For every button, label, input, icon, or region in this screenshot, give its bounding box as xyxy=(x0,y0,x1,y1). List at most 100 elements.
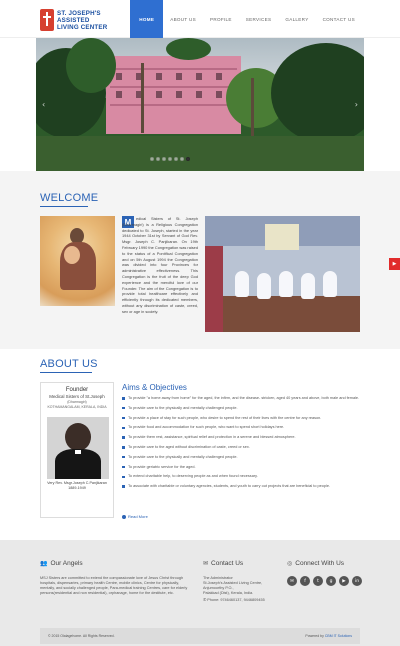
aim-item: To extend charitable help, to deserving … xyxy=(122,474,360,479)
building-window xyxy=(116,91,122,98)
google-plus-icon[interactable]: g xyxy=(326,576,336,586)
aim-item: To provide care to the physically and me… xyxy=(122,406,360,411)
building-window xyxy=(216,73,222,80)
slider-prev-arrow-icon[interactable]: ‹ xyxy=(42,100,45,109)
sister-figure xyxy=(279,271,293,297)
powered-by-label: Powered by xyxy=(305,634,325,638)
slider-dot[interactable] xyxy=(180,157,184,161)
founder-heading: Founder xyxy=(65,387,89,393)
logo-line-3: LIVING CENTER xyxy=(57,23,108,31)
read-more-label: Read More xyxy=(128,514,148,519)
slider-dot[interactable] xyxy=(150,157,154,161)
email-social-icon[interactable]: ✉ xyxy=(287,576,297,586)
aim-item: To provide "a home away from home" for t… xyxy=(122,396,360,401)
nav-services[interactable]: SERVICES xyxy=(239,0,279,38)
aim-item: To provide a place of stay for such peop… xyxy=(122,416,360,421)
angels-heading: 👥 Our Angels xyxy=(40,560,83,567)
slider-next-arrow-icon[interactable]: › xyxy=(355,100,358,109)
founder-face xyxy=(65,423,91,451)
contact-title: Contact Us xyxy=(211,560,244,567)
sister-figure xyxy=(323,271,337,297)
aim-item: To provide care to the aged without disc… xyxy=(122,445,360,450)
users-icon: 👥 xyxy=(40,560,48,567)
youtube-social-icon[interactable]: ▶ xyxy=(339,576,349,586)
logo-line-2: ASSISTED xyxy=(57,16,90,24)
altar xyxy=(265,224,299,250)
facebook-icon[interactable]: f xyxy=(300,576,310,586)
side-curtain xyxy=(205,246,223,332)
logo-line-1: ST. JOSEPH'S xyxy=(57,9,101,17)
site-header: ST. JOSEPH'S ASSISTED LIVING CENTER HOME… xyxy=(0,0,400,38)
aim-item: To provide food and accommodation for su… xyxy=(122,425,360,430)
aim-item: To provide them rest, assistance, spirit… xyxy=(122,435,360,440)
envelope-icon: ✉ xyxy=(203,560,209,567)
founder-photo xyxy=(47,417,109,479)
building-window xyxy=(156,91,162,98)
linkedin-icon[interactable]: in xyxy=(352,576,362,586)
sister-figure xyxy=(235,271,249,297)
slider-dot[interactable] xyxy=(174,157,178,161)
aims-list: To provide "a home away from home" for t… xyxy=(122,396,360,494)
connect-title: Connect With Us xyxy=(295,560,345,567)
arrow-circle-icon xyxy=(122,514,126,519)
youtube-icon[interactable]: ▶ xyxy=(389,258,400,270)
welcome-text: edical Sisters of St. Joseph (Dharmagiri… xyxy=(122,216,198,314)
main-nav: HOME ABOUT US PROFILE SERVICES GALLERY C… xyxy=(130,0,362,38)
twitter-icon[interactable]: t xyxy=(313,576,323,586)
building-window xyxy=(196,91,202,98)
welcome-title-underline xyxy=(40,206,88,207)
powered-by-link[interactable]: CBM IT Solutions xyxy=(325,634,352,638)
founder-location: KOTHAMANGALAM, KERALA, INDIA xyxy=(47,405,107,410)
nav-home[interactable]: HOME xyxy=(130,0,164,38)
palm-tree xyxy=(166,38,211,60)
slider-dots xyxy=(150,157,190,161)
sister-figure xyxy=(257,273,271,299)
st-joseph-image xyxy=(40,216,115,306)
founder-years: 1889-1949 xyxy=(68,486,86,490)
building-window xyxy=(156,73,162,80)
nav-about-us[interactable]: ABOUT US xyxy=(163,0,203,38)
powered-by: Powered by CBM IT Solutions xyxy=(305,634,352,638)
aim-item: To provide care to the physically and me… xyxy=(122,455,360,460)
contact-phone: ✆ Phone: 9746460137, 9446809455 xyxy=(203,598,283,603)
sister-figure xyxy=(301,273,315,299)
nav-contact-us[interactable]: CONTACT US xyxy=(316,0,362,38)
aim-item: To associate with charitable or voluntar… xyxy=(122,484,360,489)
building-window xyxy=(196,73,202,80)
hero-building xyxy=(106,56,241,134)
founder-collar xyxy=(75,450,81,454)
welcome-title: WELCOME xyxy=(40,192,99,204)
nav-profile[interactable]: PROFILE xyxy=(203,0,239,38)
globe-icon: ◎ xyxy=(287,560,293,567)
contact-heading: ✉ Contact Us xyxy=(203,560,243,567)
slider-dot[interactable] xyxy=(156,157,160,161)
logo-text: ST. JOSEPH'S ASSISTED LIVING CENTER xyxy=(57,10,107,31)
chapel-photo xyxy=(205,216,360,332)
read-more-link[interactable]: Read More xyxy=(122,514,148,519)
building-floor-line xyxy=(110,104,237,106)
hero-ground xyxy=(36,136,364,171)
founder-dharmagiri: (Dharmagiri) xyxy=(67,400,87,405)
about-title: ABOUT US xyxy=(40,358,98,370)
slider-dot[interactable] xyxy=(162,157,166,161)
aims-title: Aims & Objectives xyxy=(122,383,187,392)
nav-gallery[interactable]: GALLERY xyxy=(278,0,315,38)
social-icons: ✉ f t g ▶ in xyxy=(287,576,362,586)
site-logo[interactable]: ST. JOSEPH'S ASSISTED LIVING CENTER xyxy=(40,7,120,33)
building-window xyxy=(176,91,182,98)
palm-tree xyxy=(271,43,364,143)
copyright-text: © 2015 Olalagehome. All Rights Reserved. xyxy=(48,634,115,638)
founder-org: Medical Sisters of St.Joseph xyxy=(49,394,105,399)
slider-dot[interactable] xyxy=(186,157,190,161)
contact-address: The Administrator St.Joseph's Assisted L… xyxy=(203,576,283,603)
slider-dot[interactable] xyxy=(168,157,172,161)
building-floor-line xyxy=(110,86,237,88)
hero-slider: ‹ › xyxy=(36,38,364,171)
contact-line: Palakkad (Dist), Kerala, India. xyxy=(203,591,254,595)
angels-text: MSJ Sisters are committed to extend the … xyxy=(40,576,188,595)
building-window xyxy=(216,91,222,98)
aim-item: To provide geriatric service for the age… xyxy=(122,465,360,470)
founder-caption: Very Rev. Msgr.Joseph C.Panjikaran 1889-… xyxy=(41,481,113,491)
building-window xyxy=(176,73,182,80)
chapel-floor xyxy=(205,296,360,332)
